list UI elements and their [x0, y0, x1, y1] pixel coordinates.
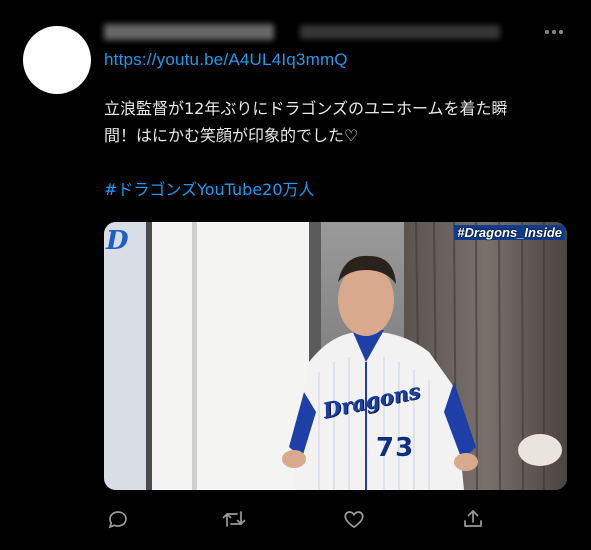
youtube-link[interactable]: https://youtu.be/A4UL4Iq3mmQ: [104, 50, 348, 70]
author-name[interactable]: ████████████: [104, 24, 274, 40]
retweet-icon[interactable]: [220, 505, 248, 533]
media-overlay-tag: #Dragons_Inside: [454, 225, 565, 240]
share-icon[interactable]: [459, 505, 487, 533]
media-photo: [104, 222, 567, 490]
tweet-header: ████████████ @████████████ · ██: [104, 20, 574, 44]
hashtag-link[interactable]: #ドラゴンズYouTube20万人: [104, 176, 315, 200]
media-logo: D: [106, 226, 129, 256]
more-options-icon[interactable]: [542, 20, 566, 44]
reply-icon[interactable]: [104, 505, 132, 533]
tweet-text: 立浪監督が12年ぶりにドラゴンズのユニホームを着た瞬 間！はにかむ笑顔が印象的で…: [104, 99, 508, 145]
author-handle[interactable]: @████████████ · ██: [300, 25, 500, 39]
like-icon[interactable]: [340, 505, 368, 533]
tweet-media[interactable]: D Dragons 73 #Dragons_Inside: [104, 222, 567, 490]
jersey-number: 73: [376, 433, 415, 463]
avatar[interactable]: [23, 26, 91, 94]
tweet-actions: [104, 505, 482, 533]
